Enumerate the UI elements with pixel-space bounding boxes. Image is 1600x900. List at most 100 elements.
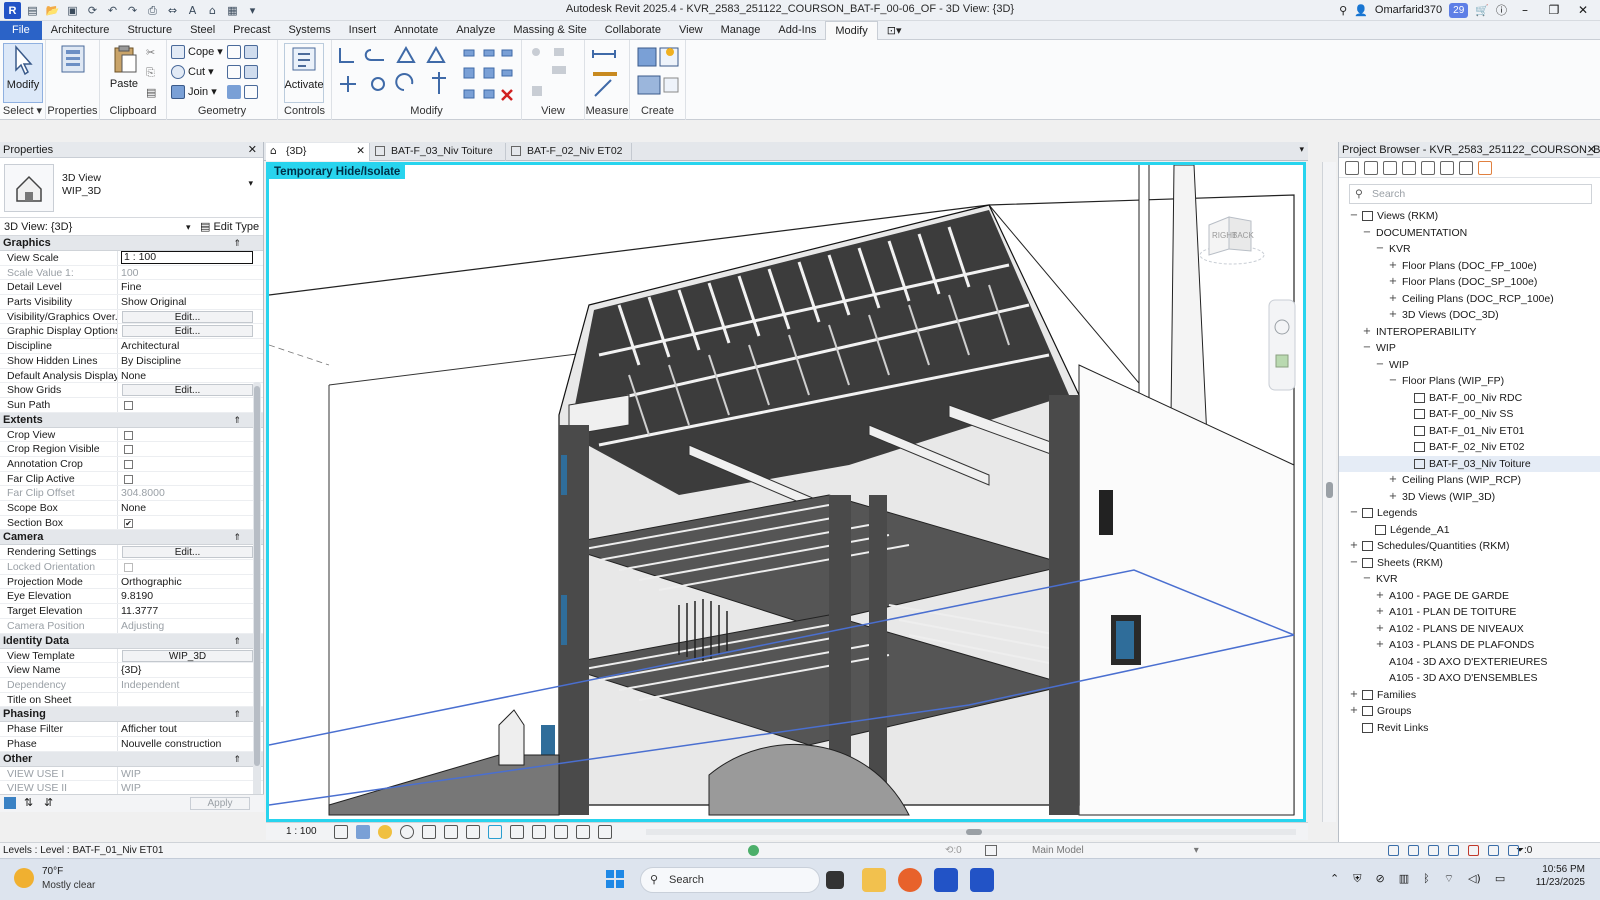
browser-close-icon[interactable]: ✕	[1587, 142, 1596, 157]
constraints-icon[interactable]	[576, 825, 590, 839]
prop-target-elevation[interactable]: Target Elevation 11.3777	[0, 604, 263, 619]
browser-links-icon[interactable]	[1459, 161, 1473, 175]
annotation-crop-checkbox[interactable]	[124, 459, 133, 469]
expand-icon[interactable]: +	[1375, 637, 1385, 654]
network-off-icon[interactable]: ⊘	[1375, 872, 1384, 886]
paste-button[interactable]: Paste	[104, 43, 144, 103]
building-3d-model[interactable]	[269, 165, 1303, 819]
collapse-icon[interactable]: −	[1349, 555, 1359, 572]
browser-item[interactable]: + Floor Plans (DOC_FP_100e)	[1339, 258, 1600, 275]
properties-close-icon[interactable]: ✕	[248, 142, 257, 158]
tray-chevron-icon[interactable]: ⌃	[1330, 872, 1339, 886]
apply-button[interactable]: Apply	[190, 797, 250, 810]
browser-item[interactable]: Revit Links	[1339, 720, 1600, 737]
browser-item[interactable]: A105 - 3D AXO D'ENSEMBLES	[1339, 670, 1600, 687]
expand-icon[interactable]: +	[1388, 274, 1398, 291]
design-options-icon[interactable]: ⟲:0	[945, 843, 962, 858]
collapse-icon[interactable]: −	[1375, 241, 1385, 258]
view-tab-3d[interactable]: ⌂ {3D} ✕	[266, 143, 370, 161]
sort-icon[interactable]: ⇅	[24, 796, 33, 809]
binoculars-icon[interactable]: ⚲	[1339, 4, 1347, 17]
crop-region-checkbox[interactable]	[124, 445, 133, 455]
tab-annotate[interactable]: Annotate	[385, 21, 447, 40]
detail-level-icon[interactable]	[334, 825, 348, 839]
tab-manage[interactable]: Manage	[712, 21, 770, 40]
prop-phase-filter[interactable]: Phase Filter Afficher tout	[0, 722, 263, 737]
match-properties-icon[interactable]: ▤	[146, 84, 156, 101]
browser-item[interactable]: A104 - 3D AXO D'EXTERIEURES	[1339, 654, 1600, 671]
file-explorer-icon[interactable]	[862, 868, 886, 892]
browser-groups-icon[interactable]	[1440, 161, 1454, 175]
volume-icon[interactable]: ◁)	[1468, 872, 1481, 886]
analytical-icon[interactable]	[554, 825, 568, 839]
sun-icon[interactable]	[378, 825, 392, 839]
browser-item[interactable]: BAT-F_00_Niv SS	[1339, 406, 1600, 423]
prop-projection[interactable]: Projection Mode Orthographic	[0, 574, 263, 590]
geometry-tools-row-3[interactable]	[227, 83, 258, 100]
copy-clip-icon[interactable]: ⎘	[146, 64, 155, 81]
hide-isolate-icon[interactable]	[488, 825, 502, 839]
view-template-button[interactable]: WIP_3D	[122, 649, 253, 662]
view-tab-toiture[interactable]: BAT-F_03_Niv Toiture	[371, 143, 506, 161]
view-tools-icons[interactable]	[528, 46, 578, 100]
tabs-dropdown-icon[interactable]: ▾	[1299, 144, 1304, 155]
browser-home-icon[interactable]	[1345, 161, 1359, 175]
firefox-icon[interactable]	[898, 868, 922, 892]
properties-help-icon[interactable]	[4, 797, 16, 809]
group-identity[interactable]: Identity Data ⇑	[0, 633, 263, 649]
browser-link-icon[interactable]	[1478, 161, 1492, 175]
modify-tools-icons[interactable]	[336, 44, 518, 104]
clock[interactable]: 10:56 PM 11/23/2025	[1525, 864, 1585, 888]
properties-button[interactable]	[53, 43, 93, 103]
browser-item[interactable]: − Legends	[1339, 505, 1600, 522]
close-button[interactable]: ✕	[1572, 3, 1594, 17]
tab-insert[interactable]: Insert	[340, 21, 386, 40]
rendering-edit-button[interactable]: Edit...	[122, 546, 253, 559]
tab-file[interactable]: File	[0, 20, 42, 40]
prop-hidden-lines[interactable]: Show Hidden Lines By Discipline	[0, 353, 263, 369]
group-other[interactable]: Other ⇑	[0, 751, 263, 767]
shadows-icon[interactable]	[400, 825, 414, 839]
revit-taskbar-icon-2[interactable]	[970, 868, 994, 892]
render-icon[interactable]	[422, 825, 436, 839]
tab-collaborate[interactable]: Collaborate	[596, 21, 670, 40]
browser-families-icon[interactable]	[1421, 161, 1435, 175]
measure-tools-icons[interactable]	[591, 44, 625, 100]
panel-select-label[interactable]: Select ▾	[0, 104, 45, 117]
taskbar-search[interactable]: ⚲ Search	[640, 867, 820, 893]
browser-item[interactable]: − WIP	[1339, 357, 1600, 374]
start-button[interactable]	[606, 870, 624, 888]
horizontal-scrollbar[interactable]	[646, 829, 1296, 835]
expand-icon[interactable]: +	[1349, 703, 1359, 720]
sun-path-checkbox[interactable]	[124, 400, 133, 410]
collapse-icon[interactable]: −	[1375, 357, 1385, 374]
cut-geometry-button[interactable]: Cut ▾	[171, 63, 214, 80]
prop-detail-level[interactable]: Detail Level Fine	[0, 280, 263, 296]
browser-item[interactable]: − Views (RKM)	[1339, 208, 1600, 225]
editable-icon[interactable]	[985, 845, 997, 856]
view-scale-control[interactable]: 1 : 100	[286, 826, 317, 837]
browser-item[interactable]: BAT-F_03_Niv Toiture	[1339, 455, 1600, 472]
tab-massing-site[interactable]: Massing & Site	[504, 21, 595, 40]
highlight-displacement-icon[interactable]	[598, 825, 612, 839]
collapse-icon[interactable]: −	[1349, 505, 1359, 522]
browser-item[interactable]: − DOCUMENTATION	[1339, 225, 1600, 242]
prop-parts-visibility[interactable]: Parts Visibility Show Original	[0, 295, 263, 310]
notification-badge[interactable]: 29	[1449, 2, 1469, 18]
tab-analyze[interactable]: Analyze	[447, 21, 504, 40]
worksets-icon[interactable]	[748, 845, 759, 856]
revit-taskbar-icon[interactable]	[934, 868, 958, 892]
modify-button[interactable]: Modify	[3, 43, 43, 103]
browser-item[interactable]: Légende_A1	[1339, 522, 1600, 539]
join-button[interactable]: Join ▾	[171, 83, 217, 100]
browser-item[interactable]: BAT-F_02_Niv ET02	[1339, 439, 1600, 456]
show-grids-edit-button[interactable]: Edit...	[122, 384, 253, 397]
collapse-icon[interactable]: −	[1362, 340, 1372, 357]
cart-icon[interactable]: 🛒	[1475, 4, 1489, 17]
browser-item[interactable]: + Floor Plans (DOC_SP_100e)	[1339, 274, 1600, 291]
prop-discipline[interactable]: Discipline Architectural	[0, 339, 263, 354]
minimize-button[interactable]: –	[1514, 3, 1536, 17]
view-scale-input[interactable]: 1 : 100	[121, 251, 253, 264]
reveal-hidden-icon[interactable]	[510, 825, 524, 839]
sort-alpha-icon[interactable]: ⇵	[44, 796, 53, 809]
